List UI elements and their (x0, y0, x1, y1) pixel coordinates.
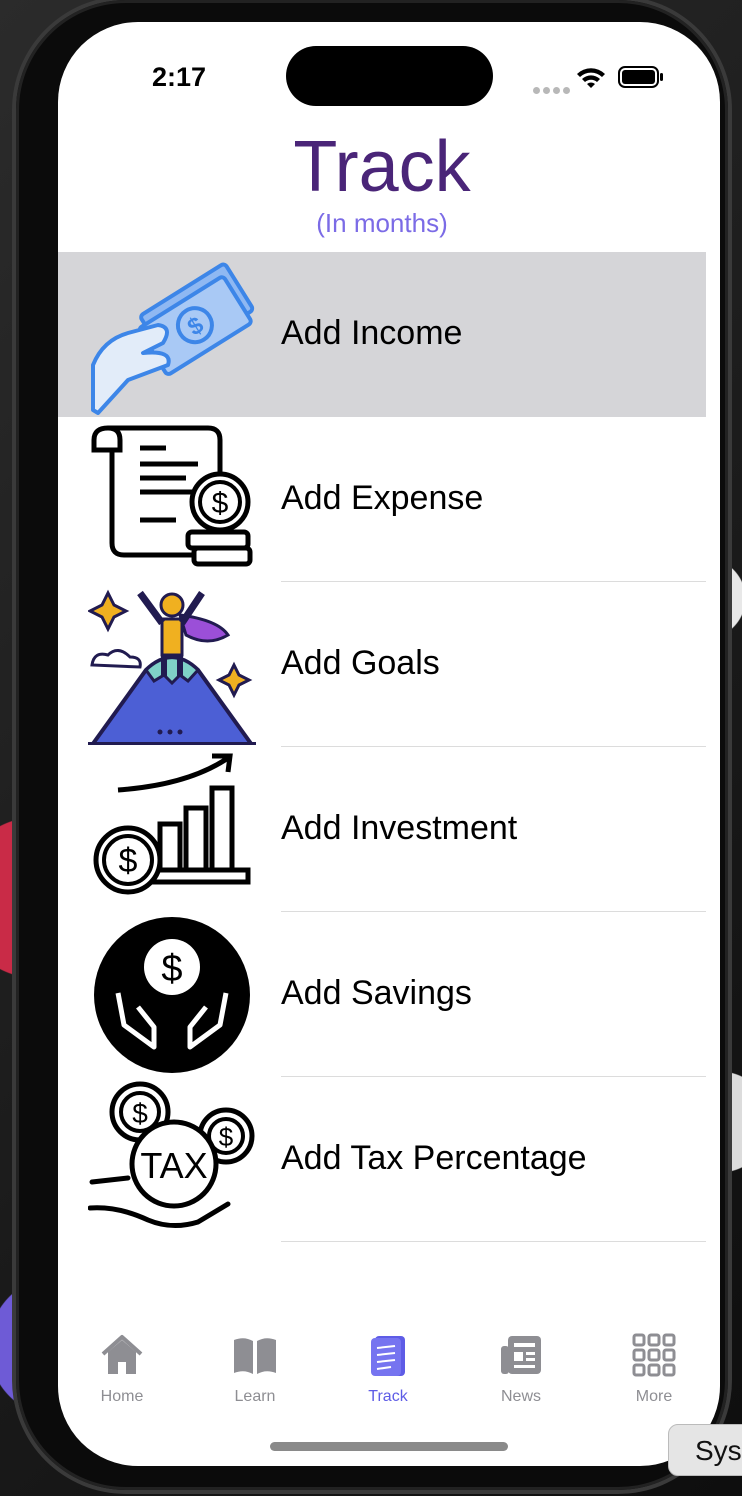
house-icon (101, 1335, 143, 1374)
tab-bar: Home Learn Track News More (58, 1332, 720, 1422)
tab-label: News (500, 1388, 541, 1405)
growth-chart-icon: $ (93, 753, 251, 895)
item-label: Add Tax Percentage (281, 1139, 587, 1177)
tab-label: Track (368, 1388, 408, 1405)
app-screen: 2:17 Track (In months) $ Add Income $ Ad… (58, 22, 720, 1466)
divider (281, 1241, 706, 1242)
notepad-icon (371, 1336, 405, 1376)
tab-label: More (635, 1388, 673, 1405)
list-item-add-savings[interactable]: $ Add Savings (58, 912, 706, 1077)
status-bar: 2:17 (58, 22, 720, 122)
tab-label: Learn (234, 1388, 276, 1405)
status-time: 2:17 (152, 62, 207, 92)
list-item-add-tax-percentage[interactable]: $ $ TAX Add Tax Percentage (58, 1077, 706, 1242)
book-icon (234, 1338, 276, 1374)
item-label: Add Investment (281, 809, 518, 847)
wifi-icon (577, 68, 605, 88)
svg-text:$: $ (161, 948, 182, 990)
receipt-coin-icon: $ (91, 425, 253, 567)
newspaper-icon (501, 1336, 541, 1374)
page-title: Track (293, 127, 471, 207)
tab-more[interactable]: More (604, 1332, 704, 1406)
svg-text:$: $ (219, 1122, 234, 1152)
svg-text:TAX: TAX (140, 1145, 207, 1186)
hands-coin-icon: $ (94, 917, 250, 1073)
system-chip[interactable]: Syst (668, 1424, 742, 1476)
grid-icon (632, 1333, 676, 1377)
signal-icon (533, 81, 573, 99)
home-indicator[interactable] (270, 1442, 508, 1451)
tab-news[interactable]: News (471, 1332, 571, 1406)
tax-hand-icon: $ $ TAX (88, 1081, 255, 1228)
item-label: Add Income (281, 314, 463, 352)
tab-learn[interactable]: Learn (205, 1332, 305, 1406)
item-label: Add Goals (281, 644, 440, 682)
phone-frame: 2:17 Track (In months) $ Add Income $ Ad… (16, 0, 728, 1490)
list-item-add-goals[interactable]: Add Goals (58, 582, 706, 747)
item-label: Add Expense (281, 479, 484, 517)
list-item-add-income[interactable]: $ Add Income (58, 252, 706, 417)
tab-track[interactable]: Track (338, 1332, 438, 1406)
item-label: Add Savings (281, 974, 472, 1012)
track-list: $ Add Income $ Add Expense Add Goals $ A… (58, 252, 706, 1242)
cash-hand-icon: $ (91, 262, 255, 415)
tab-label: Home (100, 1388, 144, 1405)
svg-text:$: $ (132, 1098, 148, 1129)
svg-text:$: $ (119, 842, 138, 880)
battery-icon (618, 66, 663, 88)
list-item-add-expense[interactable]: $ Add Expense (58, 417, 706, 582)
svg-text:$: $ (212, 487, 229, 520)
list-item-add-investment[interactable]: $ Add Investment (58, 747, 706, 912)
mountain-hero-icon (88, 589, 256, 745)
page-subtitle: (In months) (316, 208, 448, 238)
tab-home[interactable]: Home (72, 1332, 172, 1406)
dynamic-island (286, 46, 493, 106)
